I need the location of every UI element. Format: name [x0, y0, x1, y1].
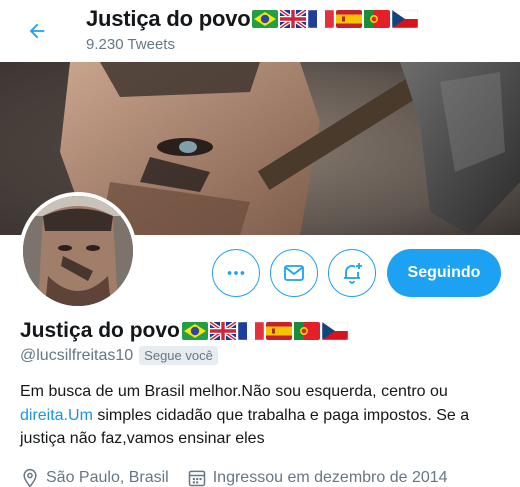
france-flag-icon [308, 10, 335, 28]
uk-flag-icon [209, 322, 236, 340]
brazil-flag-icon [181, 322, 208, 340]
message-button[interactable] [270, 249, 318, 297]
back-button[interactable] [22, 16, 52, 46]
profile-name-row: Justiça do povo [20, 318, 348, 344]
location-item: São Paulo, Brasil [20, 468, 169, 487]
header-title: Justiça do povo [86, 5, 419, 33]
profile-meta: São Paulo, Brasil Ingressou em dezembro … [20, 468, 466, 487]
france-flag-icon [237, 322, 264, 340]
profile-avatar[interactable] [19, 192, 137, 310]
location-pin-icon [23, 468, 37, 487]
joined-item: Ingressou em dezembro de 2014 [187, 468, 448, 487]
tweet-count: 9.230 Tweets [86, 36, 175, 53]
joined-text: Ingressou em dezembro de 2014 [212, 469, 448, 486]
bio-link[interactable]: direita.Um [20, 407, 93, 424]
following-button[interactable]: Seguindo [387, 249, 501, 297]
avatar-image [23, 196, 133, 306]
follows-you-badge: Segue você [139, 346, 218, 365]
notifications-button[interactable] [328, 249, 376, 297]
spain-flag-icon [336, 10, 363, 28]
handle-row: @lucsilfreitas10 Segue você [20, 346, 218, 365]
profile-name: Justiça do povo [20, 319, 180, 342]
profile-flags [181, 322, 348, 340]
profile-header-bar: Justiça do povo 9.230 Tweets [0, 0, 520, 62]
czech-flag-icon [321, 322, 348, 340]
uk-flag-icon [280, 10, 307, 28]
bell-plus-icon [344, 263, 362, 284]
bio-text-part1: Em busca de um Brasil melhor.Não sou esq… [20, 383, 448, 400]
brazil-flag-icon [252, 10, 279, 28]
more-options-button[interactable] [212, 249, 260, 297]
profile-handle: @lucsilfreitas10 [20, 346, 134, 364]
more-icon [227, 271, 245, 275]
calendar-icon [188, 470, 205, 487]
portugal-flag-icon [293, 322, 320, 340]
portugal-flag-icon [364, 10, 391, 28]
profile-bio: Em busca de um Brasil melhor.Não sou esq… [20, 380, 510, 451]
location-text: São Paulo, Brasil [46, 469, 169, 486]
czech-flag-icon [392, 10, 419, 28]
header-name: Justiça do povo [86, 6, 251, 31]
spain-flag-icon [265, 322, 292, 340]
back-arrow-icon [29, 23, 45, 39]
header-flags [252, 10, 419, 28]
mail-icon [284, 265, 304, 281]
